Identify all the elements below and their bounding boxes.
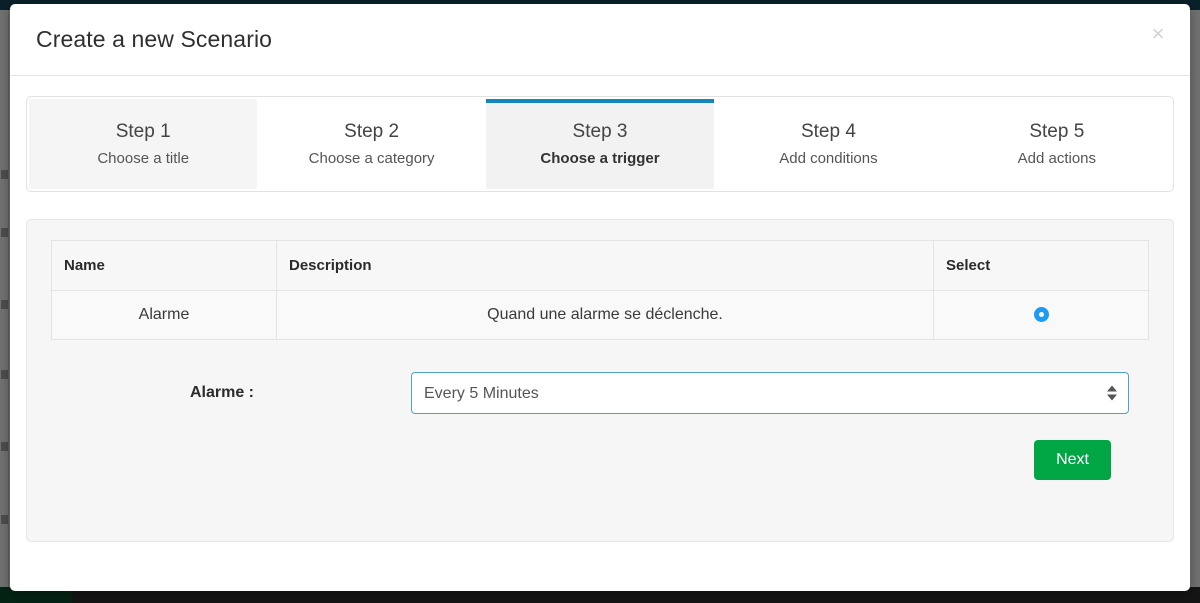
- table-row[interactable]: Alarme Quand une alarme se déclenche.: [51, 290, 1149, 340]
- next-button[interactable]: Next: [1034, 440, 1111, 480]
- step-title: Step 3: [572, 121, 628, 142]
- step-tab-1[interactable]: Step 1 Choose a title: [29, 99, 258, 189]
- step-active-indicator: [943, 99, 1171, 103]
- trigger-table: Name Description Select Alarme Quand une…: [51, 240, 1149, 340]
- cell-trigger-description: Quand une alarme se déclenche.: [276, 290, 934, 340]
- cell-trigger-name: Alarme: [51, 290, 277, 340]
- table-header-row: Name Description Select: [51, 240, 1149, 291]
- step-active-indicator: [485, 99, 715, 103]
- trigger-select-wrapper: Every 5 Minutes: [411, 372, 1129, 414]
- step-subtitle: Choose a title: [97, 150, 190, 167]
- step-active-indicator: [257, 99, 485, 103]
- step-active-indicator: [714, 99, 942, 103]
- column-header-description: Description: [276, 240, 934, 291]
- trigger-radio-button[interactable]: [1033, 307, 1049, 323]
- column-header-select: Select: [933, 240, 1149, 291]
- column-header-name: Name: [51, 240, 277, 291]
- trigger-interval-select[interactable]: Every 5 Minutes: [411, 372, 1129, 414]
- modal-header: Create a new Scenario ×: [10, 4, 1190, 76]
- panel-footer: Next: [51, 440, 1149, 480]
- step-subtitle: Choose a trigger: [540, 150, 660, 167]
- step-tab-5[interactable]: Step 5 Add actions: [942, 99, 1172, 189]
- create-scenario-modal: Create a new Scenario × Step 1 Choose a …: [10, 4, 1190, 591]
- close-icon[interactable]: ×: [1146, 22, 1170, 46]
- cell-trigger-select: [933, 290, 1149, 340]
- trigger-table-body: Alarme Quand une alarme se déclenche.: [51, 290, 1149, 340]
- step-tab-4[interactable]: Step 4 Add conditions: [714, 99, 943, 189]
- step-title: Step 4: [800, 121, 856, 142]
- step-subtitle: Choose a category: [308, 150, 435, 167]
- step-title: Step 5: [1029, 121, 1085, 142]
- modal-title: Create a new Scenario: [36, 26, 273, 52]
- step-subtitle: Add actions: [1017, 150, 1097, 167]
- step-active-indicator: [29, 99, 257, 103]
- step-title: Step 1: [115, 121, 171, 142]
- modal-body: Step 1 Choose a title Step 2 Choose a ca…: [10, 76, 1190, 591]
- trigger-option-row: Alarme : Every 5 Minutes: [51, 372, 1149, 414]
- trigger-select-label: Alarme :: [189, 384, 255, 401]
- step-content-panel: Name Description Select Alarme Quand une…: [26, 219, 1174, 542]
- step-navigation: Step 1 Choose a title Step 2 Choose a ca…: [26, 96, 1174, 192]
- step-tab-3[interactable]: Step 3 Choose a trigger: [485, 99, 715, 189]
- step-tab-2[interactable]: Step 2 Choose a category: [257, 99, 486, 189]
- step-subtitle: Add conditions: [779, 150, 878, 167]
- step-title: Step 2: [344, 121, 400, 142]
- trigger-table-head: Name Description Select: [51, 240, 1149, 291]
